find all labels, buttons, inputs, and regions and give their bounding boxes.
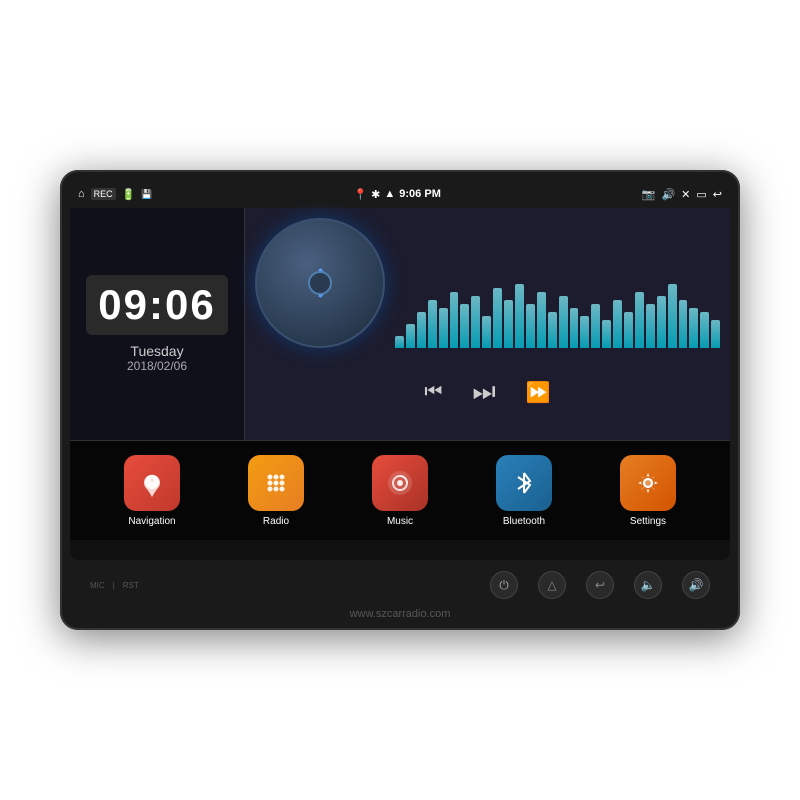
eq-bar bbox=[591, 304, 600, 348]
app-navigation[interactable]: Navigation bbox=[124, 455, 180, 527]
mic-rst-labels: MIC | RST bbox=[90, 581, 139, 590]
eq-bar bbox=[493, 288, 502, 348]
wifi-icon: ▲ bbox=[384, 188, 395, 200]
settings-label: Settings bbox=[630, 516, 666, 527]
eq-bar bbox=[537, 292, 546, 348]
eq-bar bbox=[570, 308, 579, 348]
rewind-button[interactable]: ⏮ bbox=[424, 381, 442, 404]
eq-bar bbox=[700, 312, 709, 348]
bottom-buttons: ⏻ △ ↩ 🔈 🔊 bbox=[490, 571, 710, 599]
eq-bar bbox=[395, 336, 404, 348]
eq-bar bbox=[526, 304, 535, 348]
eq-bar bbox=[559, 296, 568, 348]
eq-bar bbox=[515, 284, 524, 348]
back-icon: ↩ bbox=[713, 188, 722, 201]
player-top bbox=[245, 208, 730, 368]
eq-bar bbox=[471, 296, 480, 348]
eq-bars bbox=[395, 268, 720, 348]
status-right-icons: 📷 🔊 ✕ ▭ ↩ bbox=[642, 188, 722, 201]
eq-bar bbox=[602, 320, 611, 348]
eq-bar bbox=[646, 304, 655, 348]
screen: ⌂ REC 🔋 💾 📍 ✱ ▲ 9:06 PM 📷 🔊 ✕ ▭ ↩ bbox=[70, 180, 730, 560]
location-icon: 📍 bbox=[353, 188, 367, 201]
eq-bar bbox=[548, 312, 557, 348]
home-button[interactable]: △ bbox=[538, 571, 566, 599]
eq-bar bbox=[711, 320, 720, 348]
eq-bar bbox=[504, 300, 513, 348]
eq-bar bbox=[635, 292, 644, 348]
bluetooth-app-label: Bluetooth bbox=[503, 516, 545, 527]
clock-widget: 09:06 Tuesday 2018/02/06 bbox=[70, 208, 245, 440]
eq-bar bbox=[679, 300, 688, 348]
app-radio[interactable]: Radio bbox=[248, 455, 304, 527]
status-time: 9:06 PM bbox=[399, 188, 441, 200]
sd-icon: 💾 bbox=[141, 189, 152, 200]
player-controls[interactable]: ⏮ ⏭ ⏩ bbox=[245, 368, 730, 416]
rst-label: RST bbox=[123, 581, 139, 590]
navigation-label: Navigation bbox=[128, 516, 175, 527]
app-settings[interactable]: Settings bbox=[620, 455, 676, 527]
clock-time: 09:06 bbox=[86, 275, 228, 335]
main-content: 09:06 Tuesday 2018/02/06 bbox=[70, 208, 730, 440]
eq-bar bbox=[482, 316, 491, 348]
fast-forward-button[interactable]: ⏩ bbox=[526, 380, 551, 405]
battery-icon: 🔋 bbox=[122, 188, 136, 201]
status-left-icons: ⌂ REC 🔋 💾 bbox=[78, 188, 153, 201]
power-button[interactable]: ⏻ bbox=[490, 571, 518, 599]
watermark: www.szcarradio.com bbox=[350, 608, 451, 620]
player-area: ⏮ ⏭ ⏩ bbox=[245, 208, 730, 440]
app-bluetooth[interactable]: Bluetooth bbox=[496, 455, 552, 527]
volume-up-button[interactable]: 🔊 bbox=[682, 571, 710, 599]
eq-bar bbox=[624, 312, 633, 348]
close-icon: ✕ bbox=[681, 188, 690, 201]
navigation-icon bbox=[124, 455, 180, 511]
clock-date: 2018/02/06 bbox=[86, 359, 228, 373]
volume-down-button[interactable]: 🔈 bbox=[634, 571, 662, 599]
bt-disc bbox=[255, 218, 385, 348]
car-radio-device: ⌂ REC 🔋 💾 📍 ✱ ▲ 9:06 PM 📷 🔊 ✕ ▭ ↩ bbox=[60, 170, 740, 630]
music-icon bbox=[372, 455, 428, 511]
eq-bar bbox=[439, 308, 448, 348]
radio-icon bbox=[248, 455, 304, 511]
bluetooth-disc-icon bbox=[300, 263, 340, 303]
app-music[interactable]: Music bbox=[372, 455, 428, 527]
clock-day: Tuesday bbox=[86, 343, 228, 359]
eq-bar bbox=[450, 292, 459, 348]
eq-bar bbox=[668, 284, 677, 348]
app-dock: Navigation Radio bbox=[70, 440, 730, 540]
eq-bar bbox=[657, 296, 666, 348]
home-icon: ⌂ bbox=[78, 188, 85, 200]
status-center: 📍 ✱ ▲ 9:06 PM bbox=[353, 188, 440, 201]
camera-icon: 📷 bbox=[642, 188, 656, 201]
eq-bar bbox=[689, 308, 698, 348]
status-bar: ⌂ REC 🔋 💾 📍 ✱ ▲ 9:06 PM 📷 🔊 ✕ ▭ ↩ bbox=[70, 180, 730, 208]
eq-bar bbox=[460, 304, 469, 348]
radio-label: Radio bbox=[263, 516, 289, 527]
volume-icon: 🔊 bbox=[661, 188, 675, 201]
cast-icon: ▭ bbox=[696, 188, 706, 201]
eq-bar bbox=[417, 312, 426, 348]
play-next-button[interactable]: ⏭ bbox=[472, 376, 495, 408]
settings-icon bbox=[620, 455, 676, 511]
bluetooth-status-icon: ✱ bbox=[371, 188, 380, 201]
eq-bar bbox=[580, 316, 589, 348]
mic-label: MIC bbox=[90, 581, 105, 590]
music-label: Music bbox=[387, 516, 413, 527]
eq-bar bbox=[406, 324, 415, 348]
back-hw-button[interactable]: ↩ bbox=[586, 571, 614, 599]
eq-bar bbox=[613, 300, 622, 348]
bottom-bar: MIC | RST ⏻ △ ↩ 🔈 🔊 bbox=[70, 560, 730, 610]
bluetooth-icon bbox=[496, 455, 552, 511]
eq-bar bbox=[428, 300, 437, 348]
rec-icon: REC bbox=[91, 188, 116, 200]
equalizer bbox=[395, 218, 720, 358]
